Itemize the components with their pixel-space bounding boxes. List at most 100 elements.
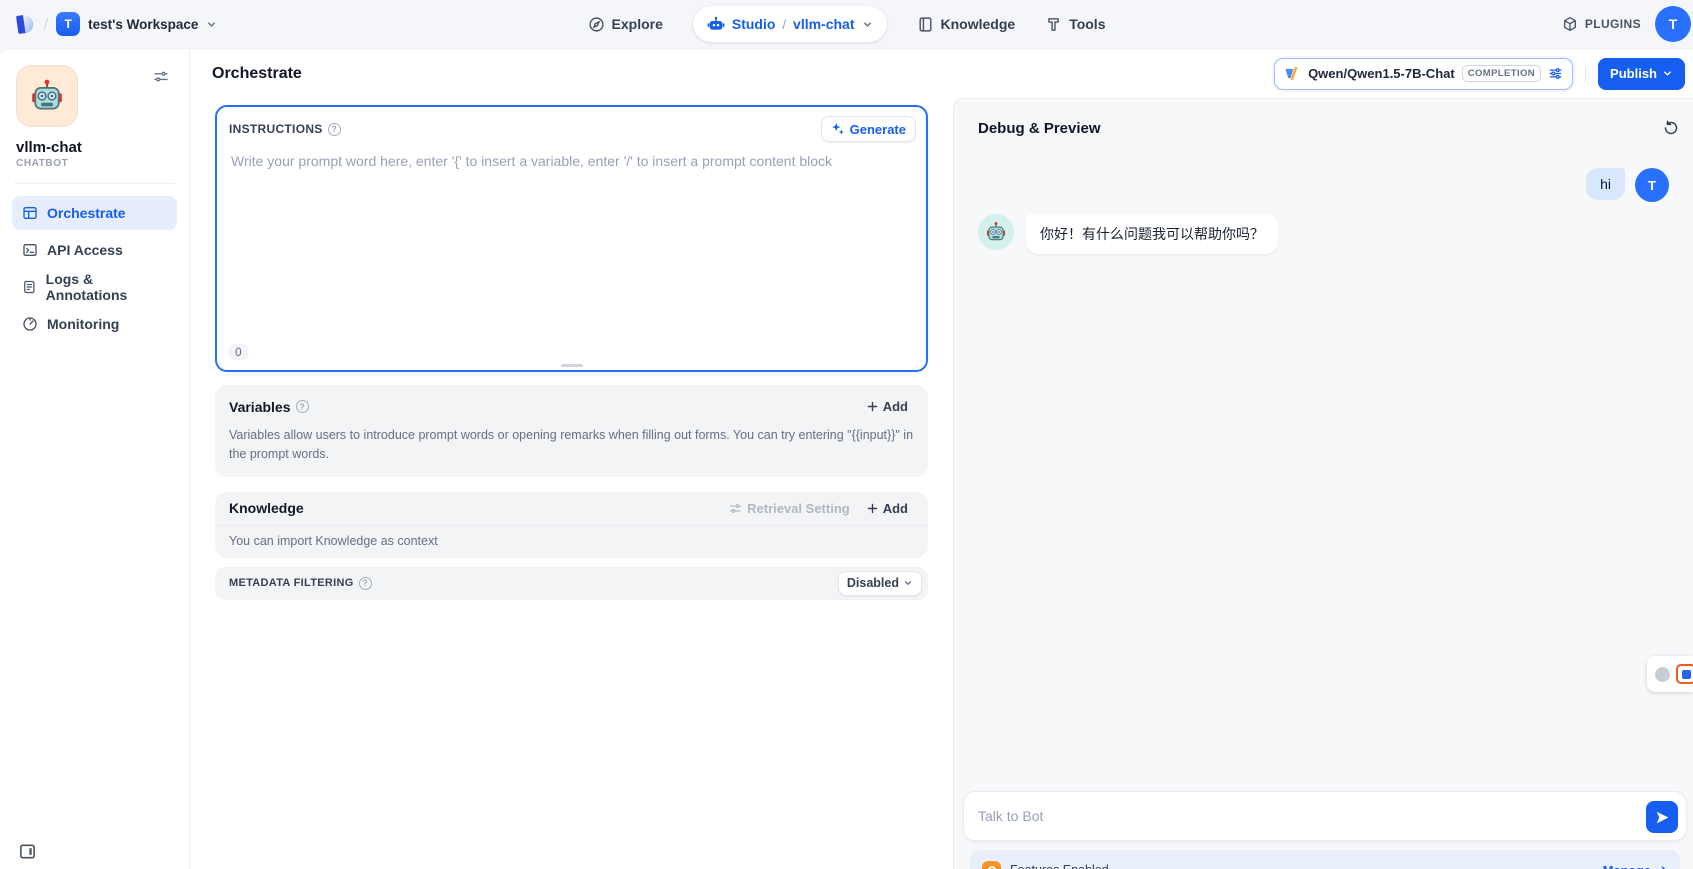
sidebar-item-label: Orchestrate [47,205,126,221]
page-title: Orchestrate [212,65,302,83]
send-icon [1655,810,1670,825]
nav-tools[interactable]: Tools [1045,16,1105,33]
dify-logo[interactable] [14,13,36,35]
generate-button[interactable]: Generate [821,116,916,142]
divider [1585,66,1586,82]
manage-features-link[interactable]: Manage [1603,863,1668,869]
user-bubble: hi [1586,168,1625,200]
orchestrate-icon [22,205,38,221]
chat-area: hi T 你好！有什么问题我可以帮助你吗？ [954,168,1693,254]
account-avatar[interactable]: T [1655,6,1691,42]
metadata-filtering-row: METADATA FILTERING Disabled [215,567,928,600]
separator: / [782,17,786,32]
robot-head-icon [707,15,725,33]
sidebar-item-monitoring[interactable]: Monitoring [12,307,177,341]
nav-explore[interactable]: Explore [588,16,663,33]
floating-extension-widget[interactable] [1647,656,1693,692]
user-avatar: T [1635,168,1669,202]
send-button[interactable] [1646,801,1678,833]
app-sidebar: vllm-chat CHATBOT Orchestrate API Access… [0,48,190,869]
collapse-sidebar-icon [18,842,37,861]
workspace-avatar: T [56,12,80,36]
app-root: / T test's Workspace Explore Studio / vl… [0,0,1693,869]
gray-dot-icon [1655,667,1670,682]
app-operations-button[interactable] [149,65,173,89]
prompt-editor[interactable] [217,143,926,323]
chevron-down-icon [206,19,217,30]
hammer-icon [1045,16,1062,33]
help-icon[interactable] [328,123,341,136]
knowledge-title: Knowledge [229,500,304,516]
help-icon[interactable] [296,400,309,413]
chevron-down-icon [1662,68,1673,79]
sidebar-item-orchestrate[interactable]: Orchestrate [12,196,177,230]
extension-icon [1676,664,1693,684]
package-icon [1562,16,1578,32]
sidebar-item-api-access[interactable]: API Access [12,233,177,267]
sparkles-icon [831,122,845,136]
collapse-sidebar-button[interactable] [18,842,37,861]
nav-current-app: vllm-chat [793,16,854,32]
app-avatar[interactable] [16,65,78,127]
chevron-down-icon [862,19,873,30]
char-count: 0 [229,344,248,360]
nav-knowledge-label: Knowledge [941,16,1016,32]
publish-button[interactable]: Publish [1598,58,1685,90]
retrieval-setting-button[interactable]: Retrieval Setting [721,497,858,520]
model-config-icon[interactable] [1548,66,1563,81]
main-content: Orchestrate Qwen/Qwen1.5-7B-Chat COMPLET… [190,48,1693,869]
nav-studio-label: Studio [732,16,776,32]
resize-handle[interactable] [561,364,583,367]
metadata-title: METADATA FILTERING [229,577,354,589]
divider [14,183,175,184]
plus-icon [866,502,879,515]
features-bar: Features Enabled Manage [970,850,1680,869]
features-icon [982,861,1001,869]
separator: / [44,16,48,33]
bot-avatar [978,214,1014,250]
debug-preview-panel: Debug & Preview hi T 你好！有什么问题我可以帮助你吗 [953,98,1693,869]
explore-icon [588,16,605,33]
logs-icon [22,279,37,295]
retrieval-label: Retrieval Setting [747,501,850,516]
chat-input-container [963,791,1687,841]
app-name: vllm-chat [16,139,173,156]
page-header: Orchestrate Qwen/Qwen1.5-7B-Chat COMPLET… [190,49,1693,98]
publish-label: Publish [1610,66,1657,81]
manage-label: Manage [1603,863,1651,869]
bot-bubble: 你好！有什么问题我可以帮助你吗？ [1026,214,1278,254]
restart-conversation-button[interactable] [1659,116,1683,140]
add-variable-button[interactable]: Add [860,395,914,418]
nav-tools-label: Tools [1069,16,1105,32]
terminal-icon [22,242,38,258]
nav-explore-label: Explore [612,16,663,32]
metadata-filtering-dropdown[interactable]: Disabled [838,571,922,596]
arrow-right-icon [1655,864,1668,869]
vllm-logo-icon [1284,65,1301,82]
sidebar-item-label: Logs & Annotations [46,271,167,303]
variables-description: Variables allow users to introduce promp… [215,422,928,477]
plugins-button[interactable]: PLUGINS [1562,16,1641,32]
debug-preview-title: Debug & Preview [978,120,1101,137]
sidebar-item-logs-annotations[interactable]: Logs & Annotations [12,270,177,304]
add-knowledge-button[interactable]: Add [860,497,914,520]
chat-message-bot: 你好！有什么问题我可以帮助你吗？ [978,214,1669,254]
features-label: Features Enabled [1010,863,1109,869]
nav-studio-current[interactable]: Studio / vllm-chat [693,6,887,42]
sidebar-item-label: API Access [47,242,123,258]
sidebar-item-label: Monitoring [47,316,119,332]
model-selector[interactable]: Qwen/Qwen1.5-7B-Chat COMPLETION [1274,58,1573,90]
operations-icon [153,69,169,85]
model-mode-badge: COMPLETION [1462,65,1541,82]
plugins-label: PLUGINS [1585,17,1641,31]
add-label: Add [883,501,908,516]
app-type-label: CHATBOT [16,158,173,169]
robot-emoji-icon [985,221,1007,243]
refresh-icon [1663,120,1679,136]
workspace-switcher[interactable]: T test's Workspace [56,12,217,36]
model-name: Qwen/Qwen1.5-7B-Chat [1308,66,1455,81]
nav-knowledge[interactable]: Knowledge [917,16,1016,33]
orchestrate-config-column: INSTRUCTIONS Generate 0 Variables [190,98,953,869]
chat-input[interactable] [978,808,1638,824]
help-icon[interactable] [359,577,372,590]
